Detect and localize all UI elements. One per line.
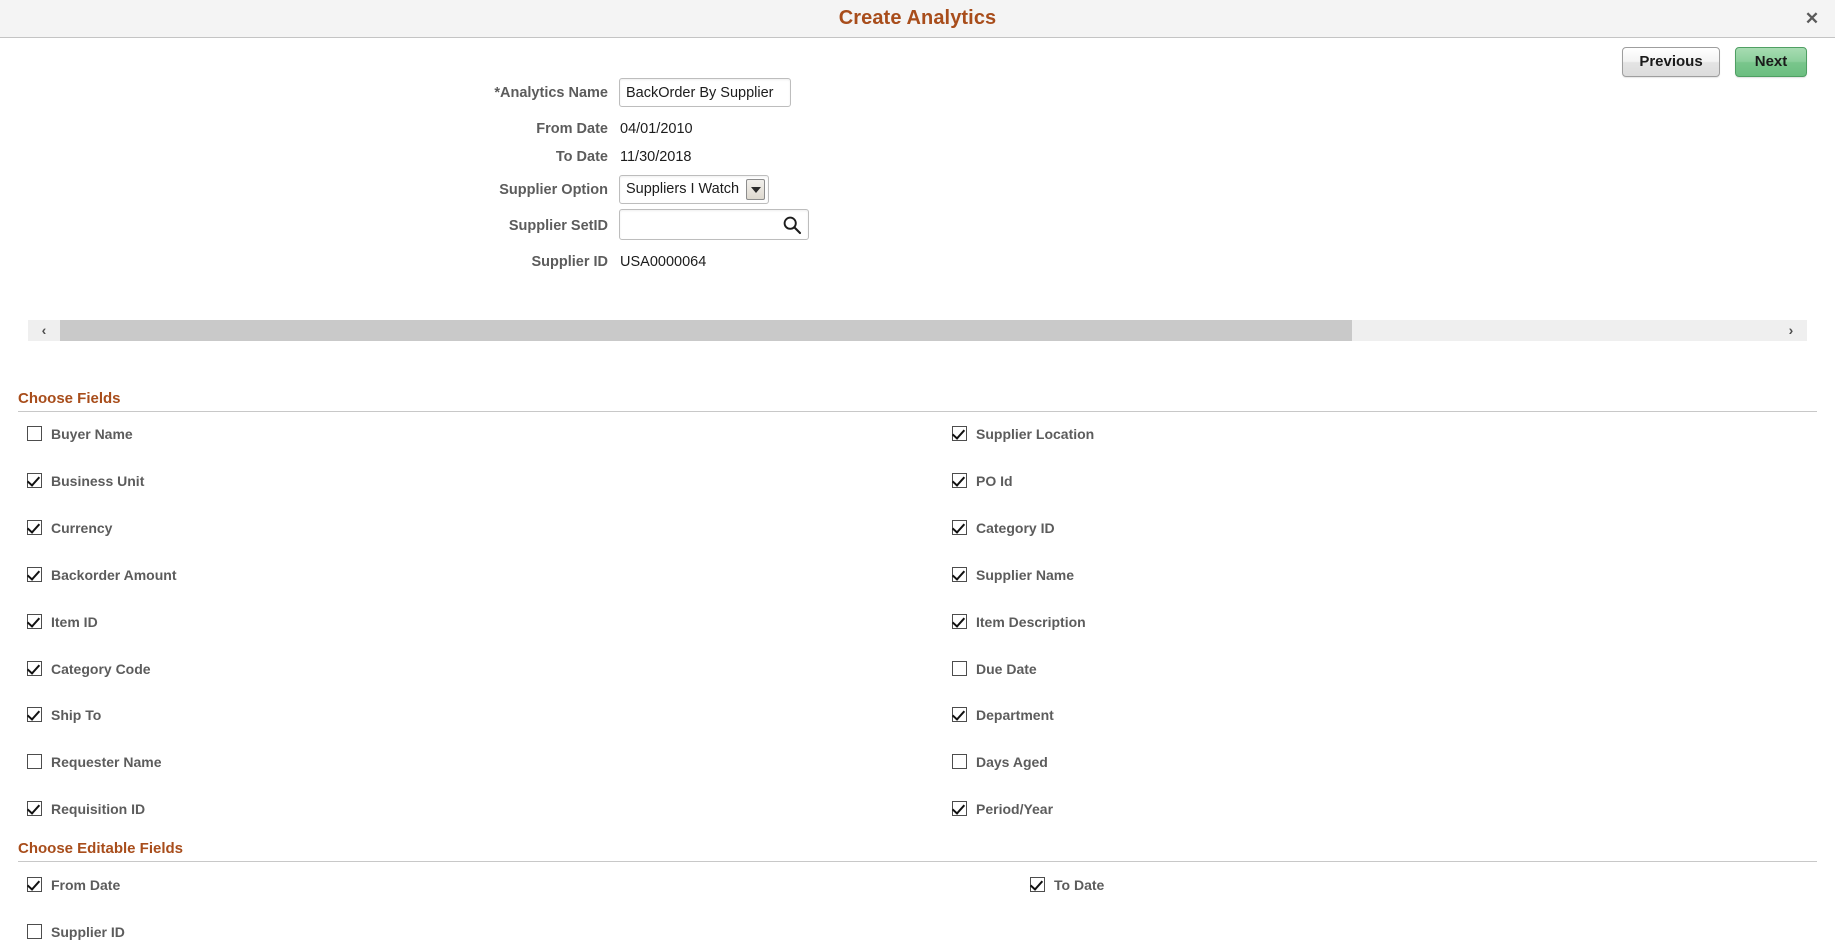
checkbox[interactable] (27, 566, 42, 582)
field-row-supplier-id: Supplier ID USA0000064 (0, 251, 1835, 279)
checkbox-label[interactable]: Due Date (976, 660, 1037, 679)
checkbox[interactable] (27, 754, 42, 770)
analytics-name-label: *Analytics Name (494, 85, 608, 101)
checkbox[interactable] (952, 426, 967, 441)
checkbox[interactable] (27, 426, 42, 441)
checkbox-label[interactable]: Supplier Name (976, 566, 1074, 585)
checkbox-label[interactable]: Item Description (976, 613, 1086, 632)
checkbox[interactable] (27, 472, 42, 488)
checkbox-label[interactable]: Supplier Location (976, 425, 1094, 444)
field-row-supplier-setid: Supplier SetID (0, 209, 1835, 251)
checkbox[interactable] (27, 924, 42, 939)
checkbox-label[interactable]: Period/Year (976, 800, 1053, 819)
from-date-label: From Date (536, 121, 608, 137)
create-analytics-modal: Create Analytics ✕ Previous Next *Analyt… (0, 0, 1835, 947)
supplier-option-selected-value: Suppliers I Watch (626, 181, 740, 197)
checkbox[interactable] (27, 519, 42, 535)
checkbox-label[interactable]: Requisition ID (51, 800, 145, 819)
scroll-right-icon[interactable]: › (1775, 320, 1807, 341)
scrollbar-thumb[interactable] (60, 320, 1352, 341)
checkbox[interactable] (952, 754, 967, 770)
field-row-to-date: To Date 11/30/2018 (0, 146, 1835, 179)
checkbox-label[interactable]: Buyer Name (51, 425, 133, 444)
checkbox-label[interactable]: Days Aged (976, 753, 1048, 772)
checkbox-label[interactable]: Requester Name (51, 753, 162, 772)
checkbox[interactable] (27, 613, 42, 629)
supplier-id-label: Supplier ID (531, 254, 608, 270)
checkbox[interactable] (27, 707, 42, 723)
analytics-name-input[interactable] (619, 78, 791, 107)
supplier-setid-label: Supplier SetID (508, 218, 608, 234)
checkbox[interactable] (952, 707, 967, 723)
checkbox[interactable] (952, 472, 967, 488)
field-row-supplier-option: Supplier Option Suppliers I Watch (0, 175, 1835, 215)
checkbox-label[interactable]: From Date (51, 876, 120, 895)
checkbox-label[interactable]: Backorder Amount (51, 566, 177, 585)
choose-fields-divider (18, 411, 1817, 412)
choose-editable-fields-heading: Choose Editable Fields (18, 840, 184, 857)
from-date-value: 04/01/2010 (620, 121, 693, 137)
search-icon[interactable] (782, 215, 802, 235)
previous-button[interactable]: Previous (1622, 47, 1720, 77)
checkbox[interactable] (952, 613, 967, 629)
checkbox-label[interactable]: Item ID (51, 613, 98, 632)
choose-editable-fields-divider (18, 861, 1817, 862)
supplier-option-label: Supplier Option (499, 182, 608, 198)
to-date-label: To Date (555, 149, 608, 165)
checkbox[interactable] (1030, 877, 1045, 892)
next-button[interactable]: Next (1735, 47, 1807, 77)
checkbox-label[interactable]: Supplier ID (51, 923, 125, 942)
checkbox-label[interactable]: To Date (1054, 876, 1104, 895)
checkbox[interactable] (952, 660, 967, 676)
supplier-option-select[interactable]: Suppliers I Watch (619, 175, 769, 204)
checkbox-label[interactable]: Ship To (51, 706, 101, 725)
field-row-analytics-name: *Analytics Name (0, 78, 1835, 118)
checkbox[interactable] (27, 877, 42, 892)
chevron-down-icon[interactable] (746, 179, 765, 200)
checkbox-label[interactable]: Currency (51, 519, 112, 538)
horizontal-scrollbar[interactable]: ‹ › (28, 320, 1807, 341)
checkbox[interactable] (952, 519, 967, 535)
analytics-form: *Analytics Name From Date 04/01/2010 To … (0, 78, 1835, 279)
checkbox[interactable] (27, 801, 42, 817)
checkbox[interactable] (952, 566, 967, 582)
modal-title-bar: Create Analytics ✕ (0, 0, 1835, 38)
checkbox-label[interactable]: Category ID (976, 519, 1055, 538)
checkbox-label[interactable]: Category Code (51, 660, 151, 679)
checkbox[interactable] (27, 660, 42, 676)
checkbox[interactable] (952, 801, 967, 817)
close-icon[interactable]: ✕ (1797, 4, 1827, 34)
checkbox-label[interactable]: Department (976, 706, 1054, 725)
supplier-id-value: USA0000064 (620, 254, 707, 270)
checkbox-label[interactable]: PO Id (976, 472, 1013, 491)
page-title: Create Analytics (838, 7, 997, 29)
choose-fields-heading: Choose Fields (18, 390, 121, 407)
scroll-left-icon[interactable]: ‹ (28, 320, 60, 341)
field-row-from-date: From Date 04/01/2010 (0, 118, 1835, 146)
checkbox-label[interactable]: Business Unit (51, 472, 144, 491)
supplier-setid-lookup (619, 209, 809, 240)
to-date-value: 11/30/2018 (620, 149, 692, 165)
supplier-setid-input[interactable] (620, 210, 778, 239)
